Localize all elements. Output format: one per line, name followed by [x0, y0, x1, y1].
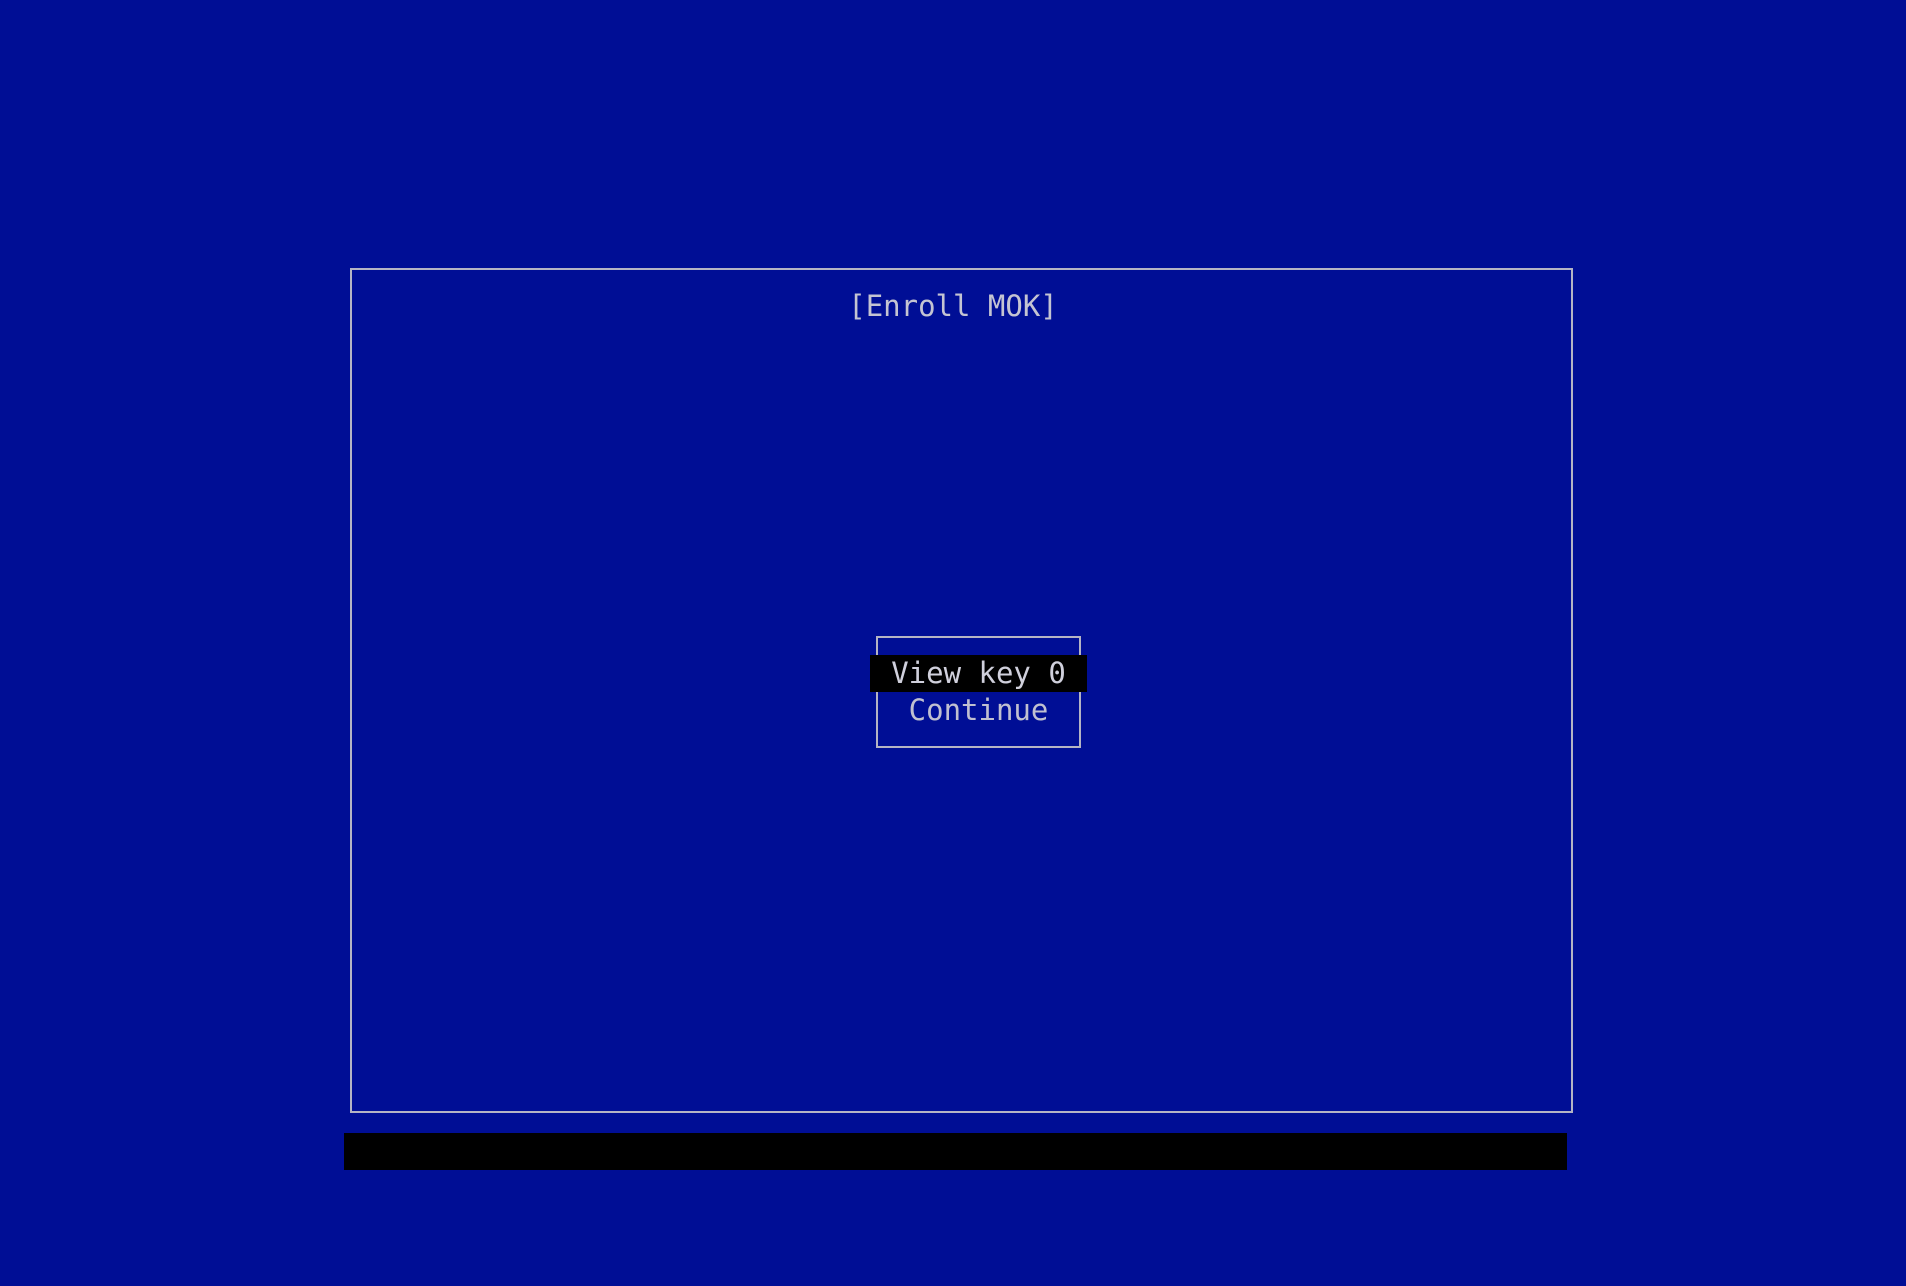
menu-item-continue[interactable]: Continue — [870, 692, 1087, 729]
dialog-title: [Enroll MOK] — [848, 289, 1058, 323]
status-bar — [344, 1133, 1567, 1170]
menu-item-view-key-0[interactable]: View key 0 — [870, 655, 1087, 692]
